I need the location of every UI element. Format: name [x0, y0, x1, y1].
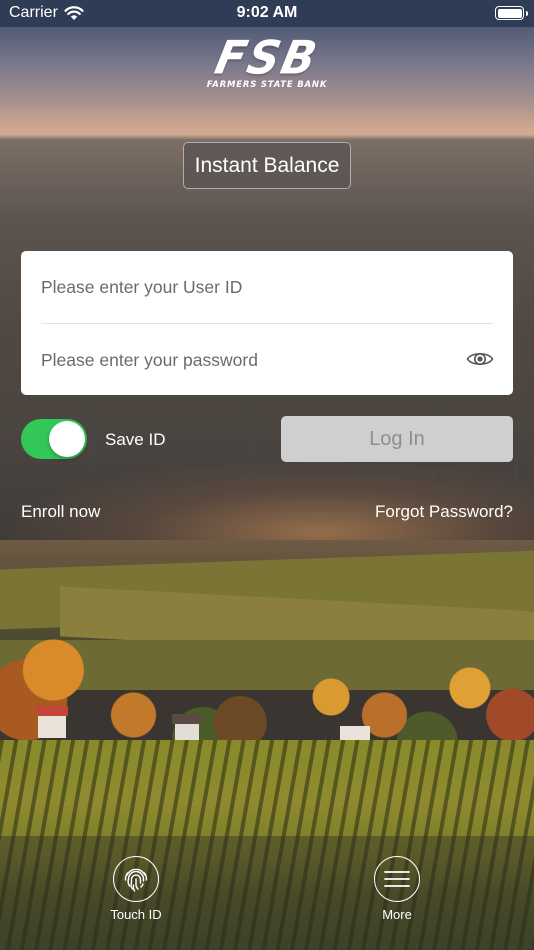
more-button[interactable]: More [352, 856, 442, 922]
login-card: Please enter your User ID Please enter y… [21, 251, 513, 395]
login-button[interactable]: Log In [281, 416, 513, 462]
save-id-label: Save ID [105, 430, 166, 449]
touch-id-button[interactable]: Touch ID [91, 856, 181, 922]
clock-time: 9:02 AM [236, 4, 298, 21]
instant-balance-button[interactable]: Instant Balance [183, 142, 351, 189]
logo-mark: FSB [210, 31, 324, 86]
touch-id-label: Touch ID [110, 907, 162, 922]
eye-icon[interactable] [466, 348, 494, 370]
battery-icon [495, 6, 528, 20]
hamburger-menu-icon [384, 871, 410, 887]
fingerprint-icon [124, 868, 148, 892]
bottom-tab-bar [0, 836, 534, 950]
more-circle [374, 856, 420, 902]
toggle-knob [49, 421, 85, 457]
more-label: More [382, 907, 412, 922]
enroll-now-link[interactable]: Enroll now [21, 502, 100, 522]
forgot-password-link[interactable]: Forgot Password? [375, 502, 513, 522]
save-id-toggle[interactable] [21, 419, 87, 459]
status-bar: Carrier 9:02 AM [0, 0, 534, 27]
password-input[interactable]: Please enter your password [41, 350, 493, 371]
bank-logo: FSB FARMERS STATE BANK [0, 31, 534, 90]
touch-id-circle [113, 856, 159, 902]
field-divider [41, 323, 493, 324]
user-id-input[interactable]: Please enter your User ID [41, 277, 493, 298]
